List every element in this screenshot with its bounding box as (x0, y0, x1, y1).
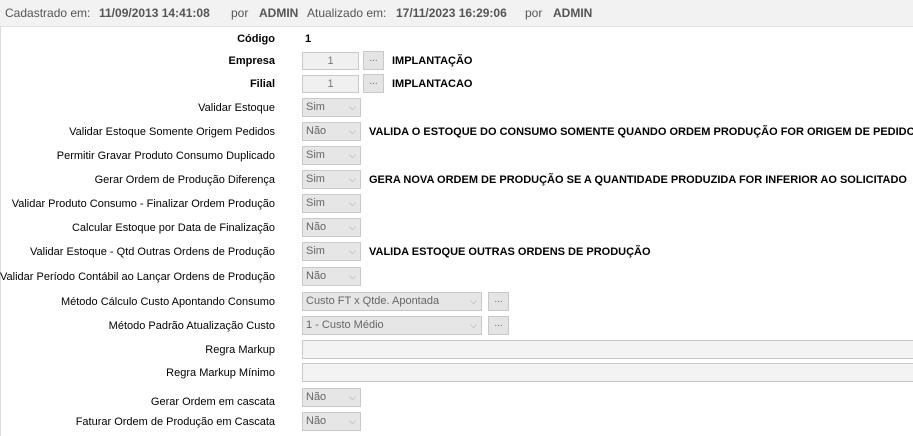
regra-markup-label: Regra Markup (205, 344, 275, 356)
validar-qtd-outras-desc: VALIDA ESTOQUE OUTRAS ORDENS DE PRODUÇÃO (369, 246, 651, 258)
faturar-cascata-label: Faturar Ordem de Produção em Cascata (75, 416, 275, 428)
created-value: 11/09/2013 14:41:08 (99, 6, 210, 20)
permitir-gravar-label: Permitir Gravar Produto Consumo Duplicad… (56, 150, 275, 162)
metodo-padrao-value: 1 - Custo Médio (306, 319, 384, 331)
codigo-value: 1 (305, 33, 312, 45)
filial-name: IMPLANTACAO (392, 78, 473, 90)
updated-by: ADMIN (553, 6, 593, 20)
validar-estoque-label: Validar Estoque (198, 102, 275, 114)
created-label: Cadastrado em: (5, 6, 91, 20)
chevron-down-icon: ⌵ (349, 416, 356, 426)
empresa-code-input[interactable]: 1 (302, 52, 359, 70)
validar-estoque-origem-select[interactable]: Não ⌵ (302, 122, 361, 141)
gerar-ordem-diferenca-value: Sim (306, 173, 325, 185)
metodo-padrao-select[interactable]: 1 - Custo Médio ⌵ (302, 316, 482, 335)
validar-produto-consumo-label: Validar Produto Consumo - Finalizar Orde… (11, 198, 275, 210)
metodo-calculo-label: Método Cálculo Custo Apontando Consumo (60, 296, 275, 308)
regra-markup-minimo-label: Regra Markup Mínimo (166, 367, 275, 379)
created-by: ADMIN (259, 6, 299, 20)
validar-estoque-value: Sim (306, 101, 325, 113)
updated-by-label: por (525, 6, 543, 20)
faturar-cascata-value: Não (306, 415, 327, 427)
empresa-name: IMPLANTAÇÃO (392, 55, 473, 67)
validar-periodo-value: Não (306, 270, 327, 282)
calcular-estoque-value: Não (306, 221, 327, 233)
chevron-down-icon: ⌵ (349, 271, 356, 281)
regra-markup-input[interactable] (302, 340, 913, 359)
faturar-cascata-select[interactable]: Não ⌵ (302, 412, 361, 431)
metodo-padrao-label: Método Padrão Atualização Custo (108, 320, 275, 332)
calcular-estoque-label: Calcular Estoque por Data de Finalização (71, 222, 275, 234)
gerar-cascata-value: Não (306, 391, 327, 403)
permitir-gravar-value: Sim (306, 149, 325, 161)
metodo-calculo-value: Custo FT x Qtde. Apontada (306, 295, 440, 307)
created-by-label: por (231, 6, 249, 20)
chevron-down-icon: ⌵ (349, 150, 356, 160)
chevron-down-icon: ⌵ (349, 392, 356, 402)
validar-periodo-select[interactable]: Não ⌵ (302, 267, 361, 286)
metodo-padrao-button[interactable]: ... (488, 316, 509, 335)
empresa-label: Empresa (228, 55, 275, 67)
regra-markup-minimo-input[interactable] (302, 363, 913, 382)
codigo-label: Código (237, 33, 275, 45)
validar-produto-consumo-value: Sim (306, 197, 325, 209)
chevron-down-icon: ⌵ (349, 246, 356, 256)
gerar-ordem-diferenca-label: Gerar Ordem de Produção Diferença (94, 174, 275, 186)
permitir-gravar-select[interactable]: Sim ⌵ (302, 146, 361, 165)
validar-estoque-origem-value: Não (306, 125, 327, 137)
gerar-cascata-select[interactable]: Não ⌵ (302, 388, 361, 407)
updated-value: 17/11/2023 16:29:06 (396, 6, 507, 20)
calcular-estoque-select[interactable]: Não ⌵ (302, 218, 361, 237)
validar-qtd-outras-select[interactable]: Sim ⌵ (302, 242, 361, 261)
updated-label: Atualizado em: (307, 6, 387, 20)
filial-lookup-button[interactable]: ... (363, 74, 384, 93)
metodo-calculo-button[interactable]: ... (488, 292, 509, 311)
chevron-down-icon: ⌵ (349, 198, 356, 208)
filial-code-input[interactable]: 1 (302, 75, 359, 93)
validar-qtd-outras-value: Sim (306, 245, 325, 257)
chevron-down-icon: ⌵ (470, 320, 477, 330)
empresa-lookup-button[interactable]: ... (363, 51, 384, 70)
filial-label: Filial (249, 78, 275, 90)
chevron-down-icon: ⌵ (349, 126, 356, 136)
validar-estoque-select[interactable]: Sim ⌵ (302, 98, 361, 117)
audit-header: Cadastrado em: 11/09/2013 14:41:08 por A… (0, 0, 913, 27)
panel-border (0, 26, 1, 436)
validar-produto-consumo-select[interactable]: Sim ⌵ (302, 194, 361, 213)
chevron-down-icon: ⌵ (349, 174, 356, 184)
gerar-ordem-diferenca-desc: GERA NOVA ORDEM DE PRODUÇÃO SE A QUANTID… (369, 174, 907, 186)
validar-qtd-outras-label: Validar Estoque - Qtd Outras Ordens de P… (30, 246, 275, 258)
validar-estoque-origem-label: Validar Estoque Somente Origem Pedidos (69, 126, 275, 138)
gerar-cascata-label: Gerar Ordem em cascata (150, 396, 275, 408)
chevron-down-icon: ⌵ (349, 102, 356, 112)
gerar-ordem-diferenca-select[interactable]: Sim ⌵ (302, 170, 361, 189)
chevron-down-icon: ⌵ (470, 296, 477, 306)
validar-periodo-label: Validar Período Contábil ao Lançar Orden… (0, 271, 275, 283)
chevron-down-icon: ⌵ (349, 222, 356, 232)
validar-estoque-origem-desc: VALIDA O ESTOQUE DO CONSUMO SOMENTE QUAN… (369, 126, 913, 138)
metodo-calculo-select[interactable]: Custo FT x Qtde. Apontada ⌵ (302, 292, 482, 311)
